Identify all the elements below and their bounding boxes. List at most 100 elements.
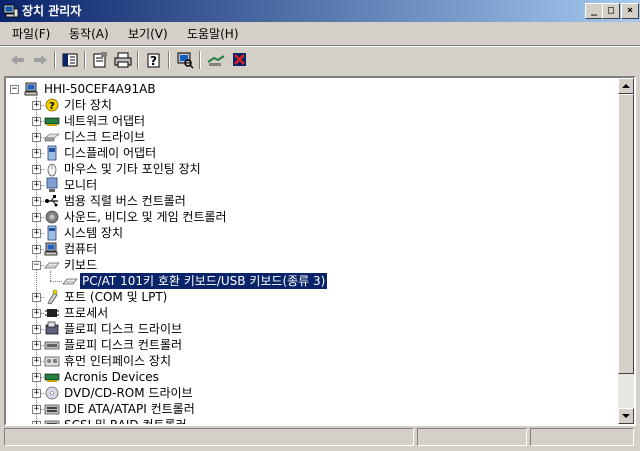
- tree-item[interactable]: +? 기타 장치: [6, 97, 606, 113]
- mouse-icon: [44, 161, 60, 177]
- scan-hardware-button[interactable]: [175, 51, 195, 69]
- menu-file[interactable]: 파일(F): [12, 25, 50, 43]
- close-icon: ×: [626, 5, 634, 16]
- expand-icon[interactable]: +: [32, 133, 41, 142]
- tree-item[interactable]: + 디스플레이 어댑터: [6, 145, 606, 161]
- expand-icon[interactable]: +: [32, 405, 41, 414]
- tree-item-label: 네트워크 어댑터: [64, 114, 146, 128]
- show-hide-tree-button[interactable]: [60, 51, 80, 69]
- tree-item[interactable]: + 컴퓨터: [6, 241, 606, 257]
- back-arrow-icon: [11, 55, 24, 65]
- menu-help[interactable]: 도움말(H): [187, 25, 239, 43]
- monitor-icon: [44, 177, 60, 193]
- floppy-drive-icon: [44, 321, 60, 337]
- tree-item-label: 키보드: [64, 258, 98, 272]
- expand-icon[interactable]: +: [32, 165, 41, 174]
- tree-item[interactable]: + 휴먼 인터페이스 장치: [6, 353, 606, 369]
- tree-item-label: 시스템 장치: [64, 226, 124, 240]
- tree-item-label: 디스크 드라이브: [64, 130, 146, 144]
- tree-item-label: 플로피 디스크 컨트롤러: [64, 338, 183, 352]
- disk-drive-icon: [44, 129, 60, 145]
- vertical-scrollbar[interactable]: [618, 78, 634, 424]
- expand-icon[interactable]: +: [32, 341, 41, 350]
- tree-item-label: 포트 (COM 및 LPT): [64, 290, 168, 304]
- expand-icon[interactable]: +: [32, 149, 41, 158]
- display-adapter-icon: [44, 145, 60, 161]
- tree-item[interactable]: + 시스템 장치: [6, 225, 606, 241]
- toolbar-separator: [168, 51, 170, 69]
- expand-icon[interactable]: +: [32, 229, 41, 238]
- tree-item[interactable]: + 디스크 드라이브: [6, 129, 606, 145]
- expand-icon[interactable]: +: [32, 293, 41, 302]
- title-bar[interactable]: 장치 관리자 _ □ ×: [0, 0, 640, 22]
- scroll-thumb[interactable]: [618, 94, 634, 374]
- scroll-down-button[interactable]: [618, 408, 634, 424]
- computer-icon: [24, 81, 40, 97]
- tree-item[interactable]: + 마우스 및 기타 포인팅 장치: [6, 161, 606, 177]
- tree-item[interactable]: + Acronis Devices: [6, 369, 606, 385]
- help-button[interactable]: ?: [144, 51, 164, 69]
- tree-item-label: 프로세서: [64, 306, 109, 320]
- uninstall-button[interactable]: [230, 51, 250, 69]
- tree-branch-line: [41, 425, 44, 426]
- tree-item[interactable]: + 네트워크 어댑터: [6, 113, 606, 129]
- collapse-icon[interactable]: −: [10, 85, 19, 94]
- tree-item[interactable]: + SCSI 및 RAID 컨트롤러: [6, 417, 606, 426]
- expand-icon[interactable]: +: [32, 373, 41, 382]
- tree-item[interactable]: + 프로세서: [6, 305, 606, 321]
- tree-item[interactable]: − 키보드: [6, 257, 606, 273]
- expand-icon[interactable]: +: [32, 197, 41, 206]
- expand-icon[interactable]: +: [32, 213, 41, 222]
- scroll-up-button[interactable]: [618, 78, 634, 94]
- toolbar-separator: [199, 51, 201, 69]
- tree-item-child[interactable]: PC/AT 101키 호환 키보드/USB 키보드(종류 3): [6, 272, 606, 290]
- close-button[interactable]: ×: [621, 3, 639, 19]
- tree-item[interactable]: + 사운드, 비디오 및 게임 컨트롤러: [6, 209, 606, 225]
- print-button[interactable]: [113, 51, 133, 69]
- svg-text:?: ?: [150, 54, 157, 68]
- tree-item[interactable]: + DVD/CD-ROM 드라이브: [6, 385, 606, 401]
- tree-item[interactable]: + 모니터: [6, 177, 606, 193]
- update-driver-button[interactable]: [206, 51, 226, 69]
- tree-item-label: 모니터: [64, 178, 98, 192]
- expand-icon[interactable]: +: [32, 309, 41, 318]
- properties-button[interactable]: [90, 51, 110, 69]
- expand-icon[interactable]: +: [32, 357, 41, 366]
- expand-icon[interactable]: +: [32, 421, 41, 424]
- toolbar: ?: [0, 47, 640, 73]
- scan-hardware-icon: [177, 52, 194, 69]
- maximize-button[interactable]: □: [602, 3, 620, 19]
- svg-text:?: ?: [49, 101, 55, 112]
- expand-icon[interactable]: +: [32, 101, 41, 110]
- expand-icon[interactable]: +: [32, 325, 41, 334]
- minimize-icon: _: [590, 5, 598, 16]
- expand-icon[interactable]: +: [32, 389, 41, 398]
- processor-icon: [44, 305, 60, 321]
- back-button[interactable]: [8, 51, 28, 69]
- forward-button[interactable]: [30, 51, 50, 69]
- collapse-icon[interactable]: −: [32, 261, 41, 270]
- tree-item[interactable]: + 포트 (COM 및 LPT): [6, 289, 606, 305]
- expand-icon[interactable]: +: [32, 245, 41, 254]
- computer-icon: [44, 241, 60, 257]
- tree-item-label: 마우스 및 기타 포인팅 장치: [64, 162, 201, 176]
- menu-view[interactable]: 보기(V): [128, 25, 168, 43]
- device-tree[interactable]: − HHI-50CEF4A91AB +? 기타 장치 + 네트워크 어댑터 + 디스크 드라이…: [4, 76, 636, 426]
- menu-action[interactable]: 동작(A): [69, 25, 109, 43]
- tree-item[interactable]: + IDE ATA/ATAPI 컨트롤러: [6, 401, 606, 417]
- keyboard-icon: [44, 257, 60, 273]
- expand-icon[interactable]: +: [32, 117, 41, 126]
- toolbar-separator: [54, 51, 56, 69]
- expand-icon[interactable]: +: [32, 181, 41, 190]
- window-title: 장치 관리자: [22, 4, 82, 18]
- tree-item-label: PC/AT 101키 호환 키보드/USB 키보드(종류 3): [78, 272, 329, 290]
- minimize-button[interactable]: _: [585, 3, 603, 19]
- tree-item[interactable]: + 플로피 디스크 컨트롤러: [6, 337, 606, 353]
- toolbar-separator: [84, 51, 86, 69]
- tree-item-label: DVD/CD-ROM 드라이브: [64, 386, 193, 400]
- tree-item[interactable]: + 플로피 디스크 드라이브: [6, 321, 606, 337]
- acronis-device-icon: [44, 369, 60, 385]
- tree-root[interactable]: − HHI-50CEF4A91AB: [6, 81, 606, 97]
- network-adapter-icon: [44, 113, 60, 129]
- tree-item[interactable]: + 범용 직렬 버스 컨트롤러: [6, 193, 606, 209]
